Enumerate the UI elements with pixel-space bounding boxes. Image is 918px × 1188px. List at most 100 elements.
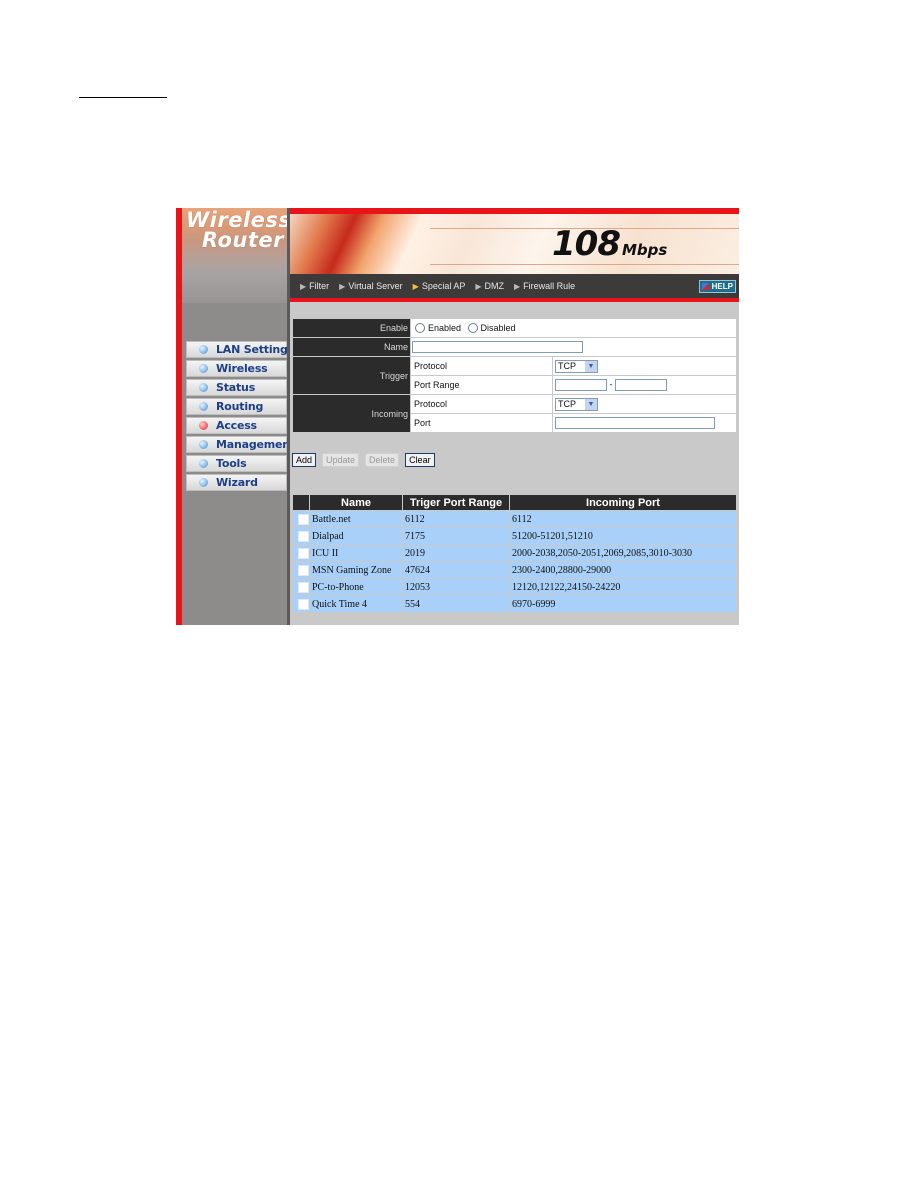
sidebar-item-management[interactable]: Management xyxy=(186,436,295,453)
page-underline xyxy=(79,97,167,98)
row-incoming: 6970-6999 xyxy=(509,595,737,613)
row-trigger: 47624 xyxy=(402,561,510,579)
enabled-radio-label: Enabled xyxy=(428,322,462,333)
incoming-protocol-value: TCP xyxy=(558,399,576,409)
brand-logo: Wireless Router xyxy=(186,208,292,251)
logo-line-1: Wireless xyxy=(186,208,292,232)
tab-label: Virtual Server xyxy=(348,281,403,291)
sidebar-item-label: LAN Setting xyxy=(216,343,288,356)
row-checkbox[interactable] xyxy=(298,581,309,593)
sidebar-item-wizard[interactable]: Wizard xyxy=(186,474,287,491)
sidebar-item-wireless[interactable]: Wireless xyxy=(186,360,287,377)
tab-label: Filter xyxy=(309,281,330,291)
row-checkbox[interactable] xyxy=(298,513,309,525)
row-checkbox[interactable] xyxy=(298,547,309,559)
bullet-icon xyxy=(199,440,208,449)
row-name: Dialpad xyxy=(309,527,403,545)
row-checkbox-cell xyxy=(292,527,310,545)
incoming-port-label: Port xyxy=(410,413,553,433)
row-name: PC-to-Phone xyxy=(309,578,403,596)
table-header-row: Name Triger Port Range Incoming Port xyxy=(292,494,737,511)
tab-dmz[interactable]: ▶ DMZ xyxy=(475,281,504,291)
table-row[interactable]: Battle.net 6112 6112 xyxy=(292,510,737,528)
play-arrow-icon: ▶ xyxy=(475,281,482,291)
speed-number: 108 xyxy=(552,224,621,264)
row-trigger: 554 xyxy=(402,595,510,613)
add-button[interactable]: Add xyxy=(292,453,317,467)
incoming-port-input[interactable] xyxy=(555,417,715,429)
sidebar-item-label: Tools xyxy=(216,457,247,470)
trigger-protocol-cell: TCP ▼ xyxy=(552,356,737,376)
play-arrow-icon: ▶ xyxy=(514,281,521,291)
table-row[interactable]: Quick Time 4 554 6970-6999 xyxy=(292,595,737,613)
play-arrow-icon: ▶ xyxy=(412,281,419,291)
incoming-label: Incoming xyxy=(292,394,411,433)
sidebar-item-routing[interactable]: Routing xyxy=(186,398,287,415)
chevron-down-icon: ▼ xyxy=(585,360,597,372)
enable-options: Enabled Disabled xyxy=(410,318,737,338)
row-checkbox[interactable] xyxy=(298,564,309,576)
tab-firewall-rule[interactable]: ▶ Firewall Rule xyxy=(514,281,575,291)
content-panel: Enable Enabled Disabled Name Trigger Pro… xyxy=(290,302,739,625)
banner-stripe xyxy=(430,264,739,265)
row-trigger: 12053 xyxy=(402,578,510,596)
sidebar-item-tools[interactable]: Tools xyxy=(186,455,287,472)
sidebar-item-label: Wireless xyxy=(216,362,268,375)
table-row[interactable]: ICU II 2019 2000-2038,2050-2051,2069,208… xyxy=(292,544,737,562)
incoming-protocol-select[interactable]: TCP ▼ xyxy=(555,397,598,411)
update-button[interactable]: Update xyxy=(322,453,360,467)
trigger-label: Trigger xyxy=(292,356,411,395)
incoming-port-cell xyxy=(552,413,737,433)
row-trigger: 7175 xyxy=(402,527,510,545)
sidebar-item-access[interactable]: Access xyxy=(186,417,287,434)
incoming-protocol-cell: TCP ▼ xyxy=(552,394,737,414)
table-row[interactable]: PC-to-Phone 12053 12120,12122,24150-2422… xyxy=(292,578,737,596)
name-cell xyxy=(410,337,737,357)
select-column-header xyxy=(292,494,310,511)
delete-button[interactable]: Delete xyxy=(365,453,400,467)
tab-virtual-server[interactable]: ▶ Virtual Server xyxy=(339,281,403,291)
trigger-port-from-input[interactable] xyxy=(555,379,607,391)
sidebar-item-label: Wizard xyxy=(216,476,258,489)
special-ap-table: Name Triger Port Range Incoming Port Bat… xyxy=(292,494,737,613)
row-checkbox-cell xyxy=(292,544,310,562)
sidebar-item-label: Access xyxy=(216,419,257,432)
tab-label: DMZ xyxy=(484,281,505,291)
row-checkbox[interactable] xyxy=(298,530,309,542)
sidebar-item-label: Routing xyxy=(216,400,264,413)
trigger-protocol-value: TCP xyxy=(558,361,576,371)
disabled-radio[interactable] xyxy=(467,323,478,334)
help-button[interactable]: HELP xyxy=(698,280,736,293)
sidebar-item-lan-setting[interactable]: LAN Setting xyxy=(186,341,288,358)
row-incoming: 6112 xyxy=(509,510,737,528)
trigger-port-to-input[interactable] xyxy=(615,379,668,391)
name-label: Name xyxy=(292,337,411,357)
bullet-icon xyxy=(199,402,208,411)
incoming-column-header: Incoming Port xyxy=(509,494,737,511)
sidebar-item-label: Management xyxy=(216,438,295,451)
special-ap-form: Enable Enabled Disabled Name Trigger Pro… xyxy=(292,318,737,433)
bullet-icon xyxy=(199,478,208,487)
enabled-radio[interactable] xyxy=(415,323,425,334)
chevron-down-icon: ▼ xyxy=(585,398,597,410)
disabled-radio-label: Disabled xyxy=(480,322,516,333)
row-checkbox[interactable] xyxy=(298,598,309,610)
table-row[interactable]: Dialpad 7175 51200-51201,51210 xyxy=(292,527,737,545)
table-row[interactable]: MSN Gaming Zone 47624 2300-2400,28800-29… xyxy=(292,561,737,579)
range-separator: - xyxy=(609,379,613,390)
name-input[interactable] xyxy=(412,341,583,353)
row-incoming: 2000-2038,2050-2051,2069,2085,3010-3030 xyxy=(509,544,737,562)
row-trigger: 6112 xyxy=(402,510,510,528)
sidebar-item-status[interactable]: Status xyxy=(186,379,287,396)
trigger-protocol-select[interactable]: TCP ▼ xyxy=(555,359,598,373)
row-checkbox-cell xyxy=(292,561,310,579)
row-checkbox-cell xyxy=(292,578,310,596)
bullet-icon xyxy=(199,459,208,468)
clear-button[interactable]: Clear xyxy=(405,453,435,467)
tab-filter[interactable]: ▶ Filter xyxy=(300,281,329,291)
bullet-icon xyxy=(199,345,208,354)
row-name: Quick Time 4 xyxy=(309,595,403,613)
tab-special-ap[interactable]: ▶ Special AP xyxy=(413,281,466,291)
router-admin-window: Wireless Router LAN Setting Wireless Sta… xyxy=(176,208,739,625)
row-name: MSN Gaming Zone xyxy=(309,561,403,579)
